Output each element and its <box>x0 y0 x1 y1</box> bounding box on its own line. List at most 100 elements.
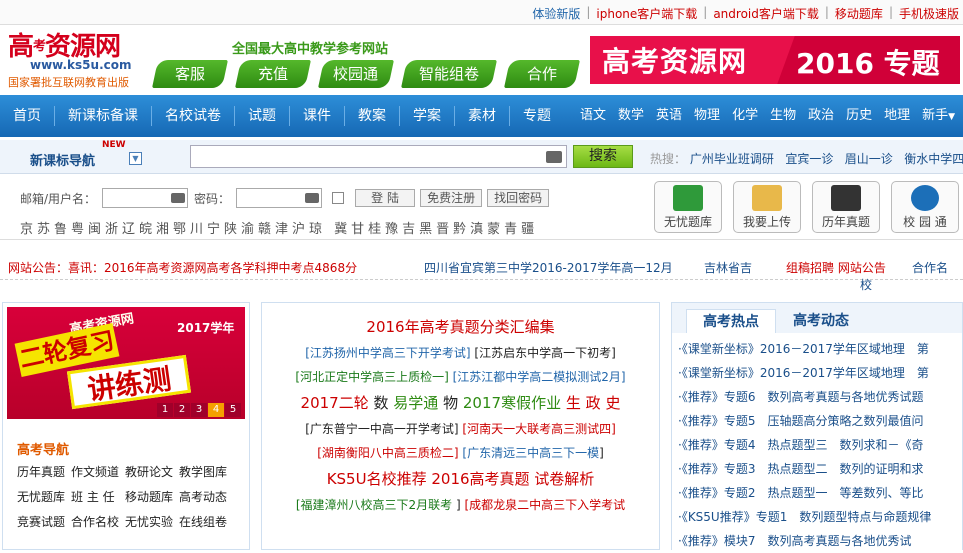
nav-politics[interactable]: 政治 <box>802 106 840 126</box>
search-button[interactable]: 搜索 <box>573 145 633 168</box>
list-item[interactable]: ·《推荐》模块7 数列高考真题与各地优秀试 <box>678 529 962 553</box>
top-link-mobile-fast[interactable]: 手机极速版 <box>899 5 959 22</box>
nav-chinese[interactable]: 语文 <box>574 106 612 126</box>
left-nav-item[interactable]: 在线组卷 <box>179 513 227 530</box>
left-nav-item[interactable]: 合作名校 <box>71 513 119 530</box>
password-input[interactable] <box>236 188 323 208</box>
promo-banner[interactable]: 高考资源网 2017学年 二轮复习 讲练测 1 2 3 4 5 <box>7 307 245 419</box>
hot-term[interactable]: 衡水中学四调 <box>904 152 963 166</box>
login-button[interactable]: 登 陆 <box>355 189 416 207</box>
list-item[interactable]: ·《KS5U推荐》专题1 数列题型特点与命题规律 <box>678 505 962 529</box>
center-ks5u-row[interactable]: KS5U名校推荐 2016高考真题 试卷解析 <box>262 465 659 493</box>
promo-link[interactable]: 易学通 <box>393 394 438 412</box>
left-nav-item[interactable]: 竞赛试题 <box>17 513 65 530</box>
nav-geography[interactable]: 地理 <box>878 106 916 126</box>
site-nav-label[interactable]: 新课标导航 <box>30 150 95 169</box>
site-logo[interactable]: 高考资源网 www.ks5u.com 国家署批互联网教育出版 <box>8 32 148 90</box>
nav-english[interactable]: 英语 <box>650 106 688 126</box>
exam-link[interactable]: [江苏扬州中学高三下开学考试] <box>305 346 470 360</box>
notice-link[interactable]: 吉林省吉 <box>704 259 752 276</box>
pager-dot[interactable]: 5 <box>225 403 241 417</box>
keyboard-icon[interactable] <box>546 151 562 163</box>
left-nav-item[interactable]: 移动题库 <box>125 488 173 505</box>
center-title[interactable]: 2016年高考真题分类汇编集 <box>262 313 659 341</box>
list-item[interactable]: ·《课堂新坐标》2016－2017学年区域地理 第 <box>678 361 962 385</box>
tab-recharge[interactable]: 充值 <box>235 60 311 88</box>
exam-link[interactable]: [河南天一大联考高三测试四] <box>462 422 615 436</box>
search-input[interactable] <box>190 145 567 168</box>
nav-newbie[interactable]: 新手▼ <box>916 106 961 127</box>
promo-link[interactable]: 2017二轮 <box>301 394 369 412</box>
exam-link[interactable]: [河北正定中学高三上质检一] <box>295 370 448 384</box>
site-nav-dropdown-icon[interactable]: ▼ <box>129 152 142 165</box>
hot-term[interactable]: 宜宾一诊 <box>785 152 833 166</box>
top-link-android[interactable]: android客户端下载 <box>713 5 819 22</box>
left-nav-item[interactable]: 历年真题 <box>17 463 65 480</box>
nav-history[interactable]: 历史 <box>840 106 878 126</box>
exam-link[interactable]: [江苏启东中学高一下初考] <box>474 346 615 360</box>
nav-courseware[interactable]: 课件 <box>290 106 345 126</box>
left-nav-item[interactable]: 无忧实验 <box>125 513 173 530</box>
nav-math[interactable]: 数学 <box>612 106 650 126</box>
remember-checkbox[interactable] <box>332 192 345 204</box>
top-link-iphone[interactable]: iphone客户端下载 <box>596 5 697 22</box>
tab-cooperation[interactable]: 合作 <box>504 60 580 88</box>
list-item[interactable]: ·《推荐》专题3 热点题型二 数列的证明和求 <box>678 457 962 481</box>
past-exams-button[interactable]: 历年真题 <box>812 181 880 233</box>
nav-physics[interactable]: 物理 <box>688 106 726 126</box>
promo-link[interactable]: 2017寒假作业 <box>463 394 561 412</box>
nav-biology[interactable]: 生物 <box>764 106 802 126</box>
pager-dot[interactable]: 2 <box>174 403 190 417</box>
nav-study-plans[interactable]: 学案 <box>400 106 455 126</box>
left-nav-item[interactable]: 作文频道 <box>71 463 119 480</box>
register-button[interactable]: 免费注册 <box>420 189 483 207</box>
nav-lesson-plans[interactable]: 教案 <box>345 106 400 126</box>
left-nav-item[interactable]: 教学图库 <box>179 463 227 480</box>
nav-chemistry[interactable]: 化学 <box>726 106 764 126</box>
notice-link[interactable]: 合作名 <box>912 259 948 276</box>
tab-campus[interactable]: 校园通 <box>318 60 394 88</box>
nav-questions[interactable]: 试题 <box>235 106 290 126</box>
exam-link[interactable]: [江苏江都中学高二模拟测试2月] <box>453 370 626 384</box>
promo-link[interactable]: 生 <box>566 394 581 412</box>
campus-button[interactable]: 校 园 通 <box>891 181 959 233</box>
notice-link[interactable]: 四川省宜宾第三中学2016-2017学年高一12月 <box>424 259 673 276</box>
list-item[interactable]: ·《课堂新坐标》2016－2017学年区域地理 第 <box>678 337 962 361</box>
promo-link[interactable]: 史 <box>605 394 620 412</box>
promo-link[interactable]: 数 <box>374 394 389 412</box>
pager-dot[interactable]: 4 <box>208 403 224 417</box>
nav-topics[interactable]: 专题 <box>510 106 564 126</box>
username-input[interactable] <box>102 188 189 208</box>
exam-link[interactable]: [广东普宁一中高一开学考试] <box>305 422 458 436</box>
notice-main[interactable]: 网站公告：喜讯：2016年高考资源网高考各学科押中考点4868分 <box>8 259 357 276</box>
list-item[interactable]: ·《推荐》专题2 热点题型一 等差数列、等比 <box>678 481 962 505</box>
hot-term[interactable]: 广州毕业班调研 <box>690 152 774 166</box>
left-nav-item[interactable]: 教研论文 <box>125 463 173 480</box>
top-link-mobile-bank[interactable]: 移动题库 <box>835 5 883 22</box>
hot-term[interactable]: 眉山一诊 <box>845 152 893 166</box>
top-link-new-version[interactable]: 体验新版 <box>532 5 580 22</box>
tab-smart-paper[interactable]: 智能组卷 <box>401 60 497 88</box>
exam-link[interactable]: [广东清远三中高三下一模 <box>462 446 599 460</box>
tab-exam-news[interactable]: 高考动态 <box>776 309 866 333</box>
left-nav-item[interactable]: 班 主 任 <box>71 488 119 505</box>
forgot-password-button[interactable]: 找回密码 <box>487 189 550 207</box>
notice-recruit[interactable]: 组稿招聘 网站公告校 <box>786 259 886 293</box>
keyboard-icon[interactable] <box>171 193 186 203</box>
nav-home[interactable]: 首页 <box>0 106 55 126</box>
exam-link[interactable]: [湖南衡阳八中高三质检二] <box>317 446 458 460</box>
list-item[interactable]: ·《推荐》专题6 数列高考真题与各地优秀试题 <box>678 385 962 409</box>
keyboard-icon[interactable] <box>305 193 320 203</box>
tab-service[interactable]: 客服 <box>152 60 228 88</box>
nav-school-papers[interactable]: 名校试卷 <box>152 106 235 126</box>
pager-dot[interactable]: 1 <box>157 403 173 417</box>
promo-link[interactable]: 物 <box>443 394 458 412</box>
tab-exam-hot[interactable]: 高考热点 <box>686 309 776 333</box>
exam-link[interactable]: [成都龙泉二中高三下入学考试 <box>464 498 625 512</box>
list-item[interactable]: ·《推荐》专题4 热点题型三 数列求和－《奇 <box>678 433 962 457</box>
exam-link[interactable]: [福建漳州八校高三下2月联考 <box>296 498 452 512</box>
promo-link[interactable]: 政 <box>586 394 601 412</box>
nav-new-curriculum[interactable]: 新课标备课 <box>55 106 152 126</box>
nav-materials[interactable]: 素材 <box>455 106 510 126</box>
province-links[interactable]: 京苏鲁粤闽浙辽皖湘鄂川宁陕渝赣津沪琼 冀甘桂豫吉黑晋黔滇蒙青疆 <box>20 218 538 237</box>
